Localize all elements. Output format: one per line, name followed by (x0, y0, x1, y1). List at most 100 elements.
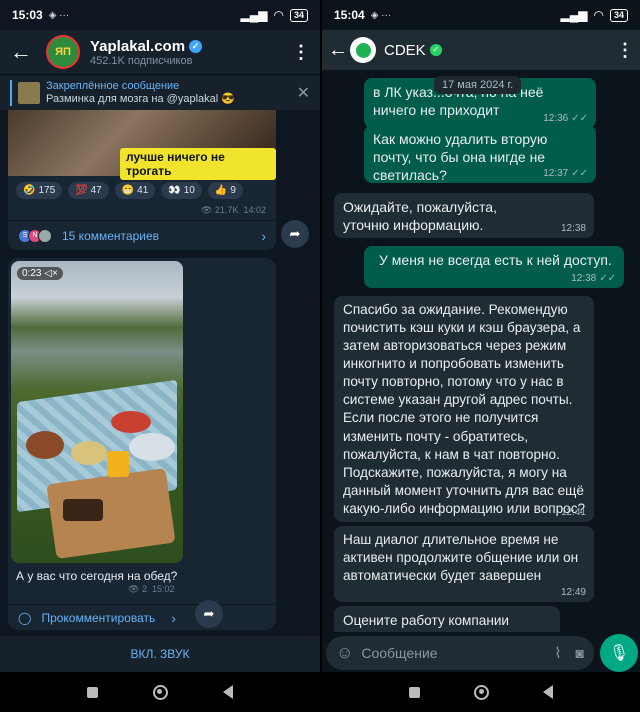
message-text: Наш диалог длительное время не активен п… (343, 532, 579, 584)
emoji-icon[interactable]: ☺ (336, 643, 353, 663)
comments-label: 15 комментариев (62, 228, 160, 243)
reactions-row: 🤣 175 💯 47 😁 41 👀 10 👍 9 (16, 182, 243, 199)
image-caption-sticker: лучше ничего не трогать (120, 148, 276, 180)
channel-avatar[interactable]: ЯП (46, 35, 80, 69)
back-icon[interactable] (222, 685, 233, 699)
contact-name: CDEK (384, 41, 426, 59)
message-text: У меня не всегда есть к ней доступ. (379, 252, 612, 268)
incoming-message[interactable]: Наш диалог длительное время не активен п… (334, 526, 594, 602)
comment-button[interactable]: ◯ Прокомментировать › (8, 604, 276, 630)
post-image[interactable]: лучше ничего не трогать (8, 110, 276, 180)
battery-icon: 34 (609, 8, 628, 22)
verified-icon: ✓ (429, 44, 442, 56)
attach-icon[interactable]: ⌇ (554, 644, 561, 662)
back-icon[interactable] (543, 685, 553, 699)
video-thumbnail[interactable]: 0:23 ◁× (11, 261, 183, 563)
post-meta: 👁 21.7K 14:02 (201, 205, 266, 216)
post-caption: А у вас что сегодня на обед? (16, 569, 178, 583)
channel-post: 0:23 ◁× А у вас что сегодня на обед? 👁 2… (8, 258, 276, 630)
channel-info[interactable]: Yaplakal.com ✓ 452.1K подписчиков (90, 37, 203, 67)
incoming-message[interactable]: Оцените работу компании CDEK. (334, 606, 560, 632)
android-nav-bar (322, 672, 640, 712)
home-icon[interactable] (152, 684, 168, 700)
contact-avatar[interactable] (350, 37, 376, 63)
wifi-icon: ◠ (593, 8, 604, 22)
back-arrow-icon[interactable]: ← (10, 39, 38, 65)
avatar (38, 228, 52, 243)
back-arrow-icon[interactable]: ← (328, 39, 348, 62)
juice-glass (107, 451, 129, 477)
verified-icon: ✓ (189, 39, 203, 53)
comments-link[interactable]: S N 15 комментариев › (8, 220, 276, 250)
notification-icons: ◈ ··· (48, 9, 70, 21)
outgoing-message[interactable]: Как можно удалить вторую почту, что бы о… (364, 125, 596, 183)
message-time: 12:37 ✓✓ (543, 168, 588, 179)
camera-icon[interactable]: ◙ (576, 645, 584, 661)
message-time: 12:38 (560, 223, 586, 234)
read-receipt-icon: ✓✓ (571, 168, 588, 179)
message-text: Как можно удалить вторую почту, что бы о… (373, 131, 548, 184)
reaction-chip[interactable]: 💯 47 (68, 182, 109, 199)
commenter-avatars: S N (18, 228, 52, 243)
channel-title: Yaplakal.com (90, 37, 186, 55)
reaction-chip[interactable]: 👍 9 (207, 182, 243, 199)
share-icon[interactable]: ➦ (281, 220, 309, 248)
read-receipt-icon: ✓✓ (599, 273, 616, 284)
notification-icons: ◈ ··· (370, 9, 392, 21)
muted-icon: ◁× (44, 268, 58, 279)
read-receipt-icon: ✓✓ (571, 113, 588, 124)
home-icon[interactable] (474, 684, 489, 700)
signal-icon: ▂▄▆ (240, 8, 268, 22)
incoming-message[interactable]: Спасибо за ожидание. Рекомендую почистит… (334, 296, 594, 522)
mic-icon[interactable]: 🎙 (600, 634, 638, 672)
dish (26, 431, 64, 459)
dish (129, 433, 175, 461)
chat-header: ← CDEK ✓ ⋮ (322, 30, 640, 70)
date-chip: 17 мая 2024 г. (434, 76, 522, 94)
subscriber-count: 452.1K подписчиков (90, 54, 193, 67)
more-options-icon[interactable]: ⋮ (616, 40, 634, 61)
bread (63, 499, 103, 521)
status-bar: 15:04 ◈ ··· ▂▄▆ ◠ 34 (322, 0, 640, 30)
recents-icon[interactable] (409, 686, 420, 698)
pinned-message[interactable]: Закреплённое сообщение Разминка для мозг… (0, 74, 320, 110)
dish (71, 441, 107, 465)
message-time: 12:36 ✓✓ (543, 113, 588, 124)
channel-header: ← ЯП Yaplakal.com ✓ 452.1K подписчиков ⋮ (0, 30, 320, 74)
pinned-indicator (10, 79, 12, 106)
post-time: 15:02 (151, 584, 175, 594)
views-icon: 👁 (200, 205, 213, 215)
video-duration: 0:23 ◁× (17, 267, 63, 280)
message-input[interactable] (361, 645, 512, 661)
message-time: 12:41 (560, 507, 586, 518)
reaction-chip[interactable]: 😁 41 (114, 182, 156, 199)
chevron-right-icon: › (171, 609, 176, 626)
message-text: Оцените работу компании CDEK. (343, 613, 510, 632)
message-input-box[interactable]: ☺ ⌇ ◙ (326, 636, 594, 670)
message-text: Ожидайте, пожалуйста, уточню информацию. (343, 199, 497, 234)
view-count: 21.7K (214, 205, 239, 215)
more-options-icon[interactable]: ⋮ (292, 42, 310, 63)
comment-bubble-icon: ◯ (18, 610, 32, 625)
outgoing-message[interactable]: У меня не всегда есть к ней доступ. 12:3… (364, 246, 624, 288)
share-icon[interactable]: ➦ (195, 600, 223, 628)
pinned-thumbnail (18, 81, 40, 104)
contact-info[interactable]: CDEK ✓ (384, 42, 442, 59)
reaction-chip[interactable]: 👀 10 (161, 182, 202, 199)
system-icons: ▂▄▆ ◠ 34 (241, 8, 308, 22)
dish (111, 411, 151, 433)
message-list[interactable]: в ЛК указ...очта, но на неё ничего не пр… (322, 70, 640, 632)
recents-icon[interactable] (87, 686, 99, 698)
message-time: 12:49 (560, 587, 586, 598)
message-time: 12:38 ✓✓ (571, 273, 616, 284)
incoming-message[interactable]: Ожидайте, пожалуйста, уточню информацию.… (334, 193, 594, 238)
status-bar: 15:03 ◈ ··· ▂▄▆ ◠ 34 (0, 0, 320, 30)
reaction-chip[interactable]: 🤣 175 (16, 182, 63, 199)
comment-action-label: Прокомментировать (41, 610, 156, 625)
signal-icon: ▂▄▆ (560, 8, 588, 22)
close-icon[interactable]: ✕ (297, 83, 310, 103)
system-icons: ▂▄▆ ◠ 34 (561, 8, 628, 22)
unmute-button[interactable]: ВКЛ. ЗВУК (0, 636, 320, 672)
view-count: 2 (141, 584, 147, 594)
battery-icon: 34 (289, 8, 308, 22)
